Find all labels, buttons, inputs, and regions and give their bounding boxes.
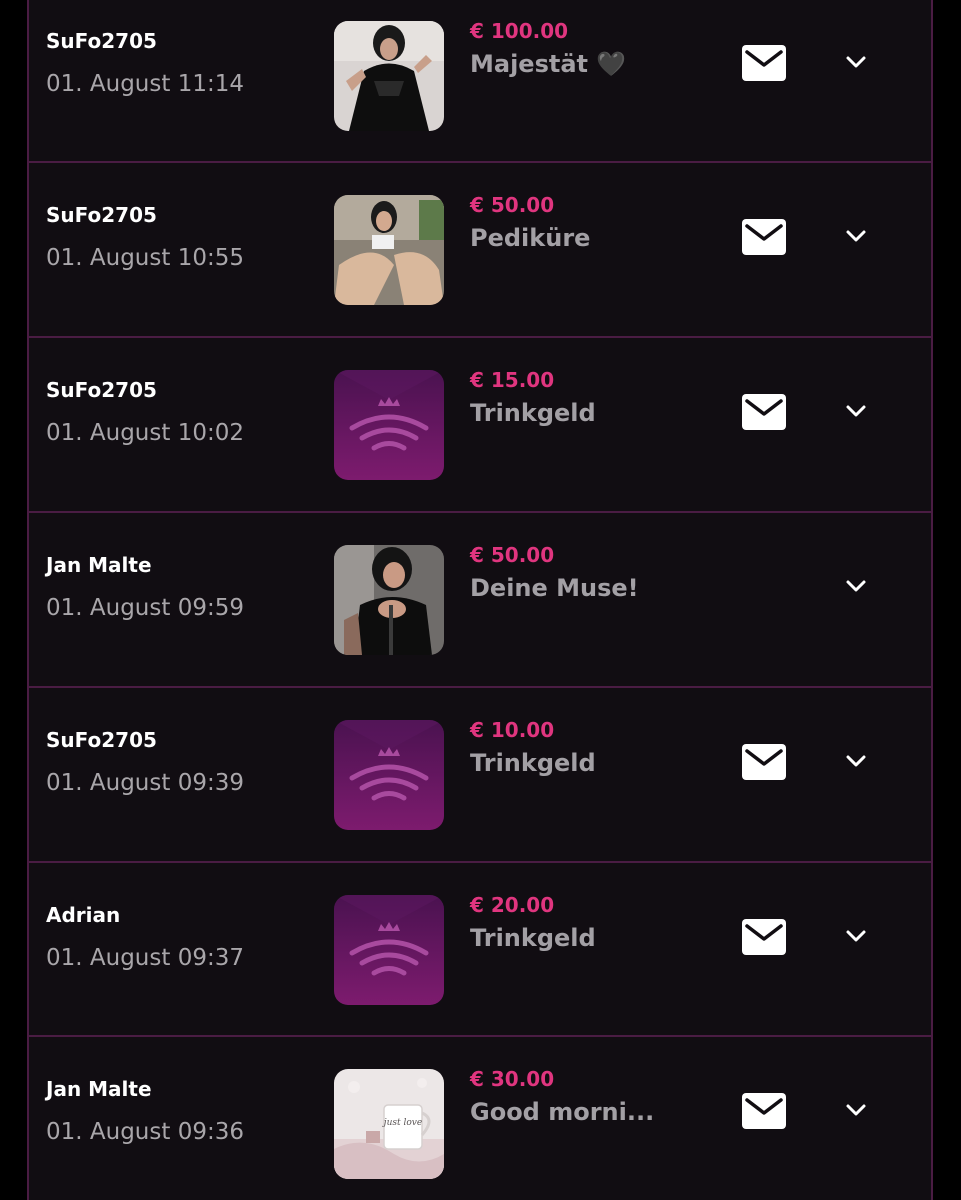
sender-name: Jan Malte — [46, 1077, 152, 1101]
amount: € 50.00 — [470, 543, 555, 567]
amount: € 20.00 — [470, 893, 555, 917]
thumbnail-photo[interactable] — [334, 545, 444, 655]
sender-name: Jan Malte — [46, 553, 152, 577]
transaction-date: 01. August 09:36 — [46, 1119, 244, 1145]
amount: € 50.00 — [470, 193, 555, 217]
envelope-icon[interactable] — [741, 393, 787, 431]
tip-title: Good morni... — [470, 1098, 655, 1126]
transaction-date: 01. August 10:02 — [46, 420, 244, 446]
envelope-icon[interactable] — [741, 44, 787, 82]
envelope-icon[interactable] — [741, 1092, 787, 1130]
transaction-list: SuFo2705 01. August 11:14 € 100.00 Majes… — [27, 0, 933, 1200]
chevron-down-icon[interactable] — [841, 1095, 871, 1125]
transaction-row[interactable]: SuFo2705 01. August 10:55 € 50.00 Pedikü… — [29, 161, 931, 335]
chevron-down-icon[interactable] — [841, 746, 871, 776]
crown-wave-logo[interactable] — [334, 720, 444, 830]
chevron-down-icon[interactable] — [841, 396, 871, 426]
mug-text: just love — [382, 1118, 422, 1128]
chevron-down-icon[interactable] — [841, 921, 871, 951]
transaction-row[interactable]: Adrian 01. August 09:37 € 20.00 Trinkgel… — [29, 861, 931, 1035]
tip-title: Trinkgeld — [470, 924, 596, 952]
envelope-icon[interactable] — [741, 743, 787, 781]
amount: € 15.00 — [470, 368, 555, 392]
transaction-date: 01. August 09:37 — [46, 945, 244, 971]
sender-name: SuFo2705 — [46, 728, 157, 752]
amount: € 100.00 — [470, 19, 569, 43]
amount: € 30.00 — [470, 1067, 555, 1091]
transaction-date: 01. August 09:39 — [46, 770, 244, 796]
tip-title: Deine Muse! — [470, 574, 639, 602]
transaction-date: 01. August 10:55 — [46, 245, 244, 271]
transaction-row[interactable]: Jan Malte 01. August 09:36 just love € 3… — [29, 1035, 931, 1200]
sender-name: SuFo2705 — [46, 203, 157, 227]
crown-wave-logo[interactable] — [334, 370, 444, 480]
tip-title: Trinkgeld — [470, 399, 596, 427]
transaction-date: 01. August 11:14 — [46, 71, 244, 97]
sender-name: SuFo2705 — [46, 378, 157, 402]
tip-title: Trinkgeld — [470, 749, 596, 777]
amount: € 10.00 — [470, 718, 555, 742]
transaction-date: 01. August 09:59 — [46, 595, 244, 621]
tip-title: Majestät 🖤 — [470, 50, 627, 78]
tip-title: Pediküre — [470, 224, 591, 252]
thumbnail-photo[interactable] — [334, 195, 444, 305]
thumbnail-photo[interactable] — [334, 21, 444, 131]
crown-wave-logo[interactable] — [334, 895, 444, 1005]
thumbnail-photo[interactable]: just love — [334, 1069, 444, 1179]
chevron-down-icon[interactable] — [841, 221, 871, 251]
chevron-down-icon[interactable] — [841, 571, 871, 601]
transaction-row[interactable]: Jan Malte 01. August 09:59 € 50.00 Deine… — [29, 511, 931, 685]
envelope-icon[interactable] — [741, 218, 787, 256]
transaction-row[interactable]: SuFo2705 01. August 11:14 € 100.00 Majes… — [29, 0, 931, 161]
envelope-icon[interactable] — [741, 918, 787, 956]
chevron-down-icon[interactable] — [841, 47, 871, 77]
transaction-row[interactable]: SuFo2705 01. August 09:39 € 10.00 Trinkg… — [29, 686, 931, 860]
transaction-row[interactable]: SuFo2705 01. August 10:02 € 15.00 Trinkg… — [29, 336, 931, 510]
sender-name: SuFo2705 — [46, 29, 157, 53]
sender-name: Adrian — [46, 903, 121, 927]
